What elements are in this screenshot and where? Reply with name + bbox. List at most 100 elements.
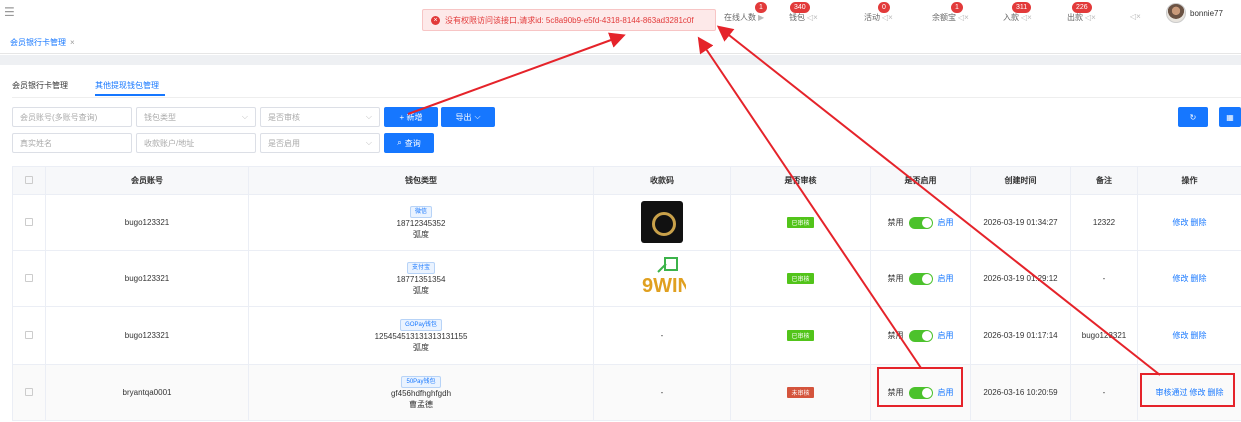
chevron-down-icon: ⌵ [241, 112, 248, 121]
sound-icon: ◁× [1085, 13, 1096, 22]
mute-icon[interactable]: ◁× [1128, 12, 1141, 21]
qr-cell: - [593, 364, 731, 421]
select-all-checkbox[interactable] [12, 166, 46, 195]
placeholder: 是否启用 [268, 138, 300, 148]
stat-label: 在线人数 [724, 13, 756, 22]
delete-link[interactable]: 删除 [1191, 274, 1207, 283]
edit-link[interactable]: 修改 [1173, 331, 1189, 340]
grid-icon: ▦ [1226, 112, 1234, 122]
enable-label: 启用 [937, 218, 954, 227]
payee-account-input[interactable]: 收款账户/地址 [136, 133, 256, 153]
search-icon: ⌕ [397, 138, 402, 147]
qr-code-image[interactable]: 9WIN [638, 256, 692, 300]
table-row: bugo123321 GOPay钱包 125454513131313131155… [12, 306, 1241, 365]
remark: - [1070, 250, 1138, 307]
qr-cell: 9WIN [593, 250, 731, 307]
enable-label: 启用 [937, 331, 954, 340]
subtab-bank-card[interactable]: 会员银行卡管理 [12, 80, 68, 91]
created-time: 2026-03-19 01:34:27 [970, 194, 1071, 251]
tab-bank-card-management[interactable]: 会员银行卡管理 × [10, 37, 75, 48]
badge-online: 1 [755, 2, 767, 13]
stat-online[interactable]: 在线人数 ▶ [724, 12, 764, 23]
review-cell: 未审核 [730, 364, 871, 421]
enable-toggle[interactable] [908, 329, 933, 342]
export-button[interactable]: 导出 ⌵ [441, 107, 495, 127]
remark: bugo123321 [1070, 306, 1138, 365]
stat-yuebao[interactable]: 余额宝 ◁× [932, 12, 969, 23]
wallet-name: 弧度 [413, 342, 429, 352]
review-cell: 已审核 [730, 306, 871, 365]
badge-deposit: 311 [1012, 2, 1032, 13]
subtab-other-wallet[interactable]: 其他提现钱包管理 [95, 80, 159, 91]
enable-label: 启用 [937, 274, 954, 283]
annotation-box-enable [877, 367, 963, 407]
col-qr-code: 收款码 [593, 166, 731, 195]
username: bonnie77 [1190, 8, 1223, 18]
row-checkbox[interactable] [12, 194, 46, 251]
placeholder: 收款账户/地址 [144, 138, 195, 148]
created-time: 2026-03-19 01:29:12 [970, 250, 1071, 307]
row-checkbox[interactable] [12, 364, 46, 421]
wallet-cell: GOPay钱包 125454513131313131155 弧度 [248, 306, 594, 365]
enable-toggle[interactable] [908, 272, 933, 285]
col-wallet-type: 钱包类型 [248, 166, 594, 195]
edit-link[interactable]: 修改 [1173, 274, 1189, 283]
remark: 12322 [1070, 194, 1138, 251]
tab-label: 会员银行卡管理 [10, 38, 66, 47]
placeholder: 真实姓名 [20, 138, 52, 148]
disable-label: 禁用 [887, 274, 904, 283]
wallet-number: 18712345352 [396, 218, 446, 228]
created-time: 2026-03-16 10:20:59 [970, 364, 1071, 421]
query-button[interactable]: ⌕ 查询 [384, 133, 434, 153]
row-checkbox[interactable] [12, 306, 46, 365]
sound-icon: ◁× [807, 13, 818, 22]
disable-label: 禁用 [887, 331, 904, 340]
member-account: bryantqa0001 [45, 364, 249, 421]
col-member-account: 会员账号 [45, 166, 249, 195]
delete-link[interactable]: 删除 [1191, 218, 1207, 227]
user-menu[interactable]: bonnie77 [1166, 3, 1223, 23]
stat-withdraw[interactable]: 出款 ◁× [1067, 12, 1096, 23]
refresh-button[interactable]: ↻ [1178, 107, 1208, 127]
menu-icon[interactable]: ☰ [4, 5, 15, 19]
edit-link[interactable]: 修改 [1173, 218, 1189, 227]
row-checkbox[interactable] [12, 250, 46, 307]
sound-icon: ◁× [882, 13, 893, 22]
divider [12, 97, 1241, 98]
placeholder: 是否审核 [268, 112, 300, 122]
qr-cell: - [593, 306, 731, 365]
wallet-type-select[interactable]: 钱包类型 ⌵ [136, 107, 256, 127]
table-row: bugo123321 微信 18712345352 弧度 已审核 禁用 启用 20… [12, 194, 1241, 251]
review-cell: 已审核 [730, 194, 871, 251]
qr-code-image[interactable] [641, 200, 683, 243]
member-account-input[interactable]: 会员账号(多账号查询) [12, 107, 132, 127]
stat-deposit[interactable]: 入款 ◁× [1003, 12, 1032, 23]
created-time: 2026-03-19 01:17:14 [970, 306, 1071, 365]
page-tabs: 会员银行卡管理 × [0, 30, 1241, 54]
badge-yuebao: 1 [951, 2, 963, 13]
stat-wallet[interactable]: 钱包 ◁× [789, 12, 818, 23]
review-status-badge: 已审核 [787, 217, 814, 228]
play-icon: ▶ [758, 13, 765, 22]
enable-toggle[interactable] [908, 216, 933, 229]
add-button[interactable]: + 新增 [384, 107, 438, 127]
wallet-tag: GOPay钱包 [400, 318, 442, 331]
placeholder: 会员账号(多账号查询) [20, 112, 98, 122]
stat-label: 余额宝 [932, 13, 956, 22]
export-label: 导出 [455, 112, 472, 122]
columns-button[interactable]: ▦ [1219, 107, 1241, 127]
table-header: 会员账号 钱包类型 收款码 是否审核 是否启用 创建时间 备注 操作 [12, 166, 1241, 195]
review-status-badge: 未审核 [787, 387, 814, 398]
stat-activity[interactable]: 活动 ◁× [864, 12, 893, 23]
member-account: bugo123321 [45, 306, 249, 365]
real-name-input[interactable]: 真实姓名 [12, 133, 132, 153]
enabled-select[interactable]: 是否启用 ⌵ [260, 133, 380, 153]
badge-wallet: 340 [790, 2, 810, 13]
wallet-table: 会员账号 钱包类型 收款码 是否审核 是否启用 创建时间 备注 操作 bugo1… [12, 166, 1241, 421]
wallet-number: gf456hdfhghfgdh [390, 388, 452, 398]
avatar [1166, 3, 1186, 23]
review-select[interactable]: 是否审核 ⌵ [260, 107, 380, 127]
delete-link[interactable]: 删除 [1191, 331, 1207, 340]
table-row: bryantqa0001 50Pay钱包 gf456hdfhghfgdh 曹孟德… [12, 364, 1241, 421]
close-icon[interactable]: × [70, 38, 75, 47]
